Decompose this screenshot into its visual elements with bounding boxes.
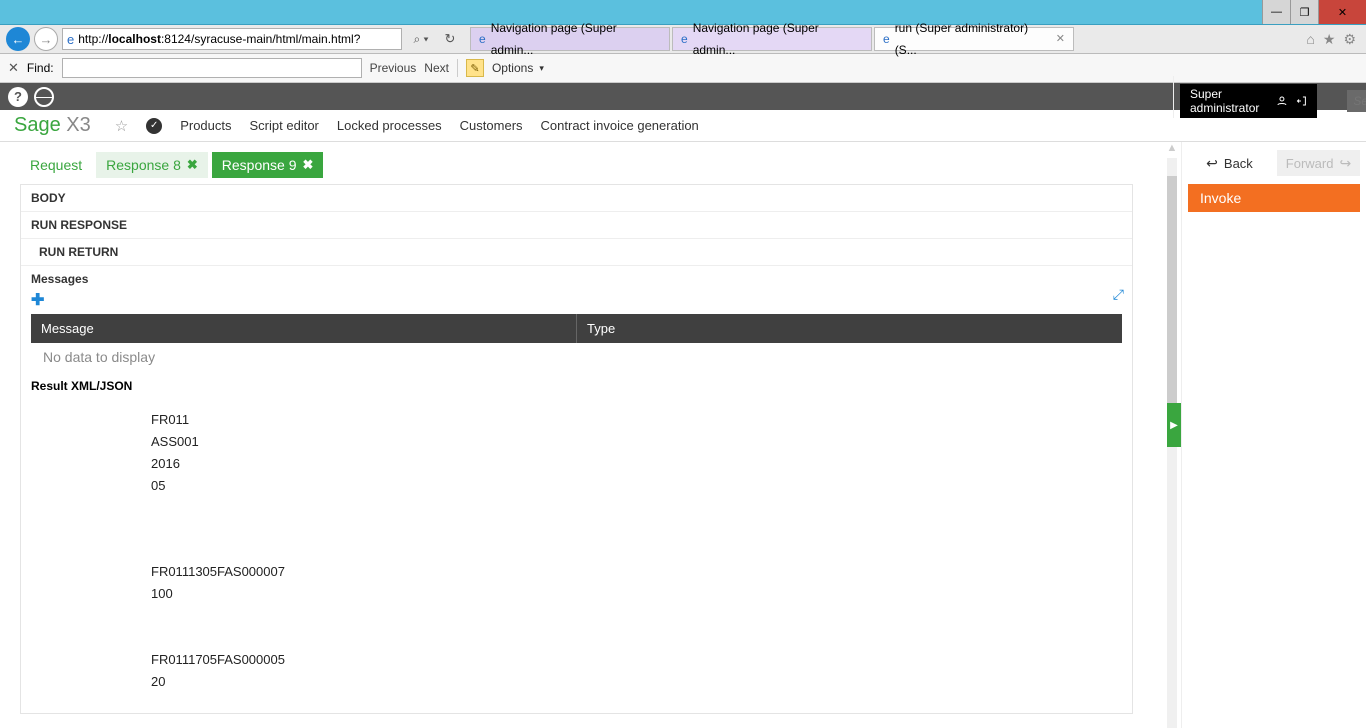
col-message: Message (31, 314, 577, 343)
tab-label: run (Super administrator) (S... (895, 17, 1051, 61)
invoke-button[interactable]: Invoke (1188, 184, 1360, 212)
menu-customers[interactable]: Customers (460, 118, 523, 133)
find-previous-button[interactable]: Previous (370, 61, 417, 75)
result-line: 20 (151, 671, 1132, 693)
find-close-icon[interactable]: ✕ (8, 60, 19, 76)
tab-close-icon[interactable]: ✕ (1056, 28, 1065, 50)
section-run-response: RUN RESPONSE (21, 212, 1132, 239)
main-area: Request Response 8 ✖ Response 9 ✖ BODY R… (0, 142, 1366, 728)
no-data-text: No data to display (31, 343, 1122, 371)
home-icon[interactable]: ⌂ (1306, 31, 1314, 48)
section-run-return: RUN RETURN (21, 239, 1132, 266)
ie-icon: e (479, 28, 486, 50)
tab-response-8[interactable]: Response 8 ✖ (96, 152, 208, 178)
app-logo: Sage X3 (14, 114, 91, 137)
find-label: Find: (27, 61, 54, 75)
address-search-dropdown[interactable]: ⌕ ▾ (406, 32, 436, 47)
headset-icon (1276, 93, 1288, 109)
add-icon[interactable]: ✚ (31, 290, 44, 310)
result-body: FR011 ASS001 2016 05 FR0111305FAS000007 … (21, 399, 1132, 713)
tab-close-icon[interactable]: ✖ (187, 157, 198, 173)
browser-forward-button[interactable]: → (34, 27, 58, 51)
tab-label: Navigation page (Super admin... (693, 17, 863, 61)
app-menu: Sage X3 ☆ ✓ Products Script editor Locke… (0, 110, 1366, 142)
highlight-icon[interactable]: ✎ (466, 59, 484, 77)
splitter: ▲ ▶ (1163, 142, 1181, 728)
check-icon[interactable]: ✓ (146, 118, 162, 134)
favorites-icon[interactable]: ★ (1323, 31, 1336, 48)
content-tabs: Request Response 8 ✖ Response 9 ✖ (20, 152, 1163, 178)
window-close-button[interactable]: ✕ (1318, 0, 1366, 24)
ie-icon: e (883, 28, 890, 50)
browser-right-icons: ⌂ ★ ⚙ (1306, 31, 1360, 48)
result-line: 100 (151, 583, 1132, 605)
result-line: FR0111705FAS000005 (151, 649, 1132, 671)
messages-table-header: Message Type (31, 314, 1122, 343)
messages-label: Messages (31, 272, 1122, 286)
result-line: FR0111305FAS000007 (151, 561, 1132, 583)
tab-response-9[interactable]: Response 9 ✖ (212, 152, 324, 178)
result-line: 2016 (151, 453, 1132, 475)
result-line: 05 (151, 475, 1132, 497)
menu-script-editor[interactable]: Script editor (250, 118, 319, 133)
ie-icon: e (67, 32, 74, 47)
find-input[interactable] (62, 58, 362, 78)
menu-contract-invoice[interactable]: Contract invoice generation (541, 118, 699, 133)
tab-label: Response 8 (106, 157, 181, 173)
browser-tab[interactable]: e Navigation page (Super admin... (470, 27, 670, 51)
scroll-up-icon[interactable]: ▲ (1167, 142, 1178, 154)
window-minimize-button[interactable]: — (1262, 0, 1290, 24)
app-search-input[interactable] (1353, 94, 1366, 108)
result-line: ASS001 (151, 431, 1132, 453)
response-panel: BODY RUN RESPONSE RUN RETURN Messages ✚ … (20, 184, 1133, 714)
panel-expand-handle[interactable]: ▶ (1167, 403, 1181, 447)
find-bar: ✕ Find: Previous Next ✎ Options (0, 54, 1366, 83)
address-bar[interactable]: e http://localhost:8124/syracuse-main/ht… (62, 28, 402, 50)
user-name: Super administrator (1190, 87, 1268, 115)
help-icon[interactable]: ? (8, 87, 28, 107)
tools-icon[interactable]: ⚙ (1343, 31, 1356, 48)
menu-locked-processes[interactable]: Locked processes (337, 118, 442, 133)
action-pane: Back Forward Invoke (1181, 142, 1366, 728)
window-maximize-button[interactable]: ❐ (1290, 0, 1318, 24)
browser-tabs: e Navigation page (Super admin... e Navi… (470, 27, 1302, 51)
browser-back-button[interactable]: ← (6, 27, 30, 51)
find-options-dropdown[interactable]: Options (492, 61, 544, 75)
browser-tab[interactable]: e Navigation page (Super admin... (672, 27, 872, 51)
globe-icon[interactable] (34, 87, 54, 107)
back-button[interactable]: Back (1188, 150, 1271, 176)
window-titlebar: — ❐ ✕ (0, 0, 1366, 25)
app-topbar: ? Super administrator ⌕ (0, 83, 1366, 110)
expand-icon[interactable]: ⤢ (1113, 286, 1124, 303)
result-line: FR011 (151, 409, 1132, 431)
col-type: Type (577, 314, 1122, 343)
logout-icon[interactable] (1296, 93, 1308, 109)
tab-label: Navigation page (Super admin... (491, 17, 661, 61)
url-text: http://localhost:8124/syracuse-main/html… (78, 32, 360, 46)
refresh-button[interactable]: ↻ (440, 31, 460, 47)
ie-icon: e (681, 28, 688, 50)
forward-button: Forward (1277, 150, 1360, 176)
tab-close-icon[interactable]: ✖ (303, 157, 314, 173)
find-next-button[interactable]: Next (424, 61, 449, 75)
result-label: Result XML/JSON (21, 377, 1132, 399)
browser-tab-active[interactable]: e run (Super administrator) (S... ✕ (874, 27, 1074, 51)
scrollbar-track[interactable]: ▶ (1167, 158, 1177, 728)
browser-toolbar: ← → e http://localhost:8124/syracuse-mai… (0, 25, 1366, 54)
section-body: BODY (21, 185, 1132, 212)
scrollbar-thumb[interactable] (1167, 176, 1177, 406)
app-search[interactable]: ⌕ (1347, 90, 1366, 112)
favorite-star-icon[interactable]: ☆ (115, 117, 128, 135)
tab-label: Response 9 (222, 157, 297, 173)
content-pane: Request Response 8 ✖ Response 9 ✖ BODY R… (0, 142, 1163, 728)
menu-products[interactable]: Products (180, 118, 231, 133)
user-box[interactable]: Super administrator (1180, 84, 1317, 118)
tab-request[interactable]: Request (20, 152, 92, 178)
messages-block: Messages ✚ ⤢ Message Type No data to dis… (21, 266, 1132, 377)
